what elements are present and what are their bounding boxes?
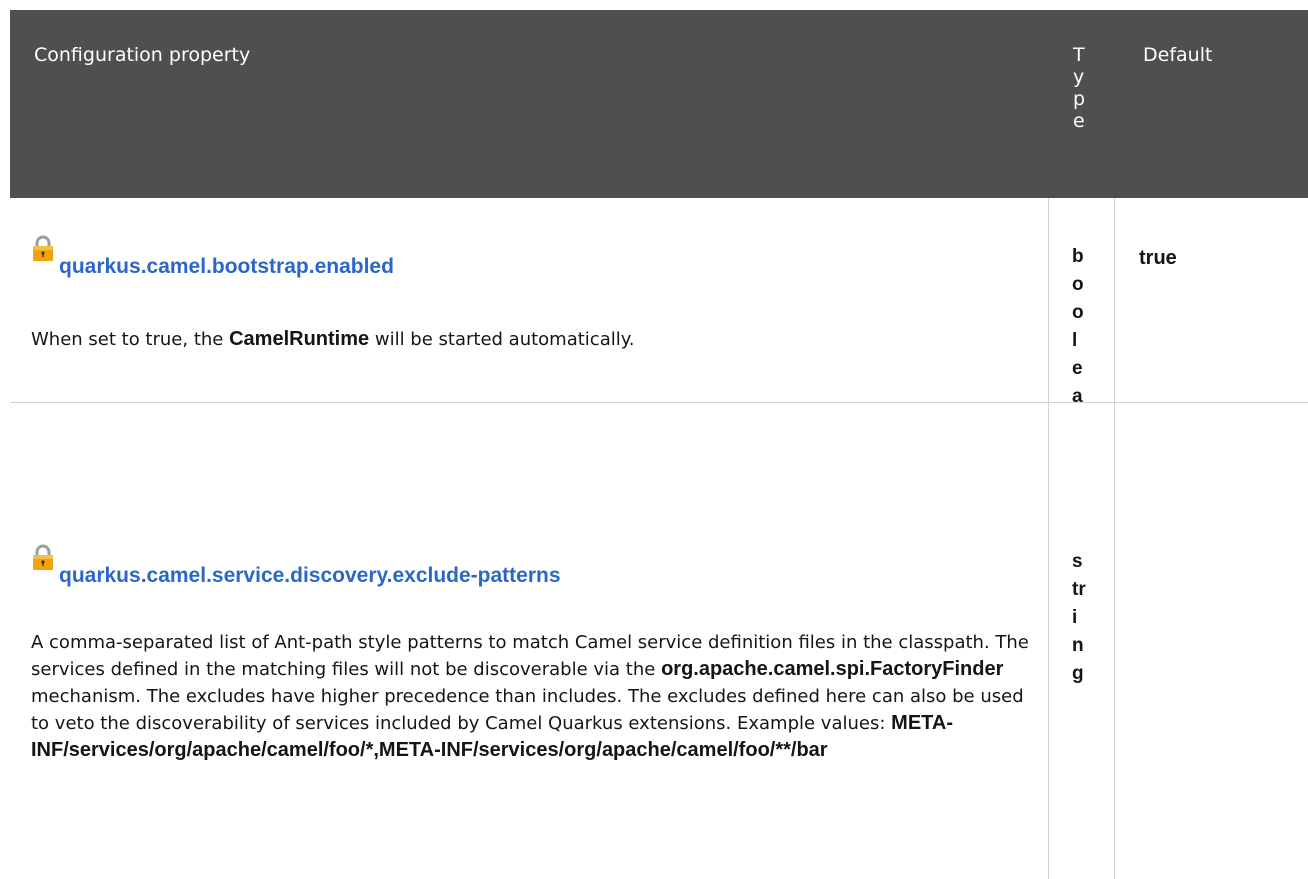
type-letter: tr [1072,579,1086,600]
config-table: Configuration property T y p e Default q… [10,10,1308,879]
column-divider [1048,198,1049,879]
description-code: CamelRuntime [229,328,370,350]
type-letter: g [1072,663,1084,684]
lock-icon [31,235,55,261]
type-letter: s [1072,551,1083,572]
header-default: Default [1143,44,1213,66]
property-link[interactable]: quarkus.camel.bootstrap.enabled [59,254,394,280]
type-letter: e [1072,358,1083,379]
type-letter: l [1072,330,1078,351]
header-type: T y p e [1073,44,1089,132]
property-description: When set to true, the CamelRuntime will … [31,326,1036,353]
type-letter: n [1072,635,1084,656]
header-type-letter: T [1073,44,1085,66]
type-letter: b [1072,246,1084,267]
header-type-letter: e [1073,110,1085,132]
type-letter: o [1072,274,1084,295]
description-text: will be started automatically. [369,329,635,350]
table-header: Configuration property T y p e Default [10,10,1308,198]
description-code: org.apache.camel.spi.FactoryFinder [661,658,1004,680]
header-type-letter: y [1073,66,1085,88]
type-letter: o [1072,302,1084,323]
type-letter: i [1072,607,1078,628]
lock-icon [31,544,55,570]
header-type-letter: p [1073,88,1086,110]
property-default: true [1139,247,1177,269]
column-divider [1114,198,1115,879]
description-text: mechanism. The excludes have higher prec… [31,686,1024,734]
property-link[interactable]: quarkus.camel.service.discovery.exclude-… [59,563,561,589]
description-text: When set to true, the [31,329,230,350]
property-type: s tr i n g [1072,548,1100,688]
property-description: A comma-separated list of Ant-path style… [31,629,1036,764]
header-configuration-property: Configuration property [34,44,251,66]
